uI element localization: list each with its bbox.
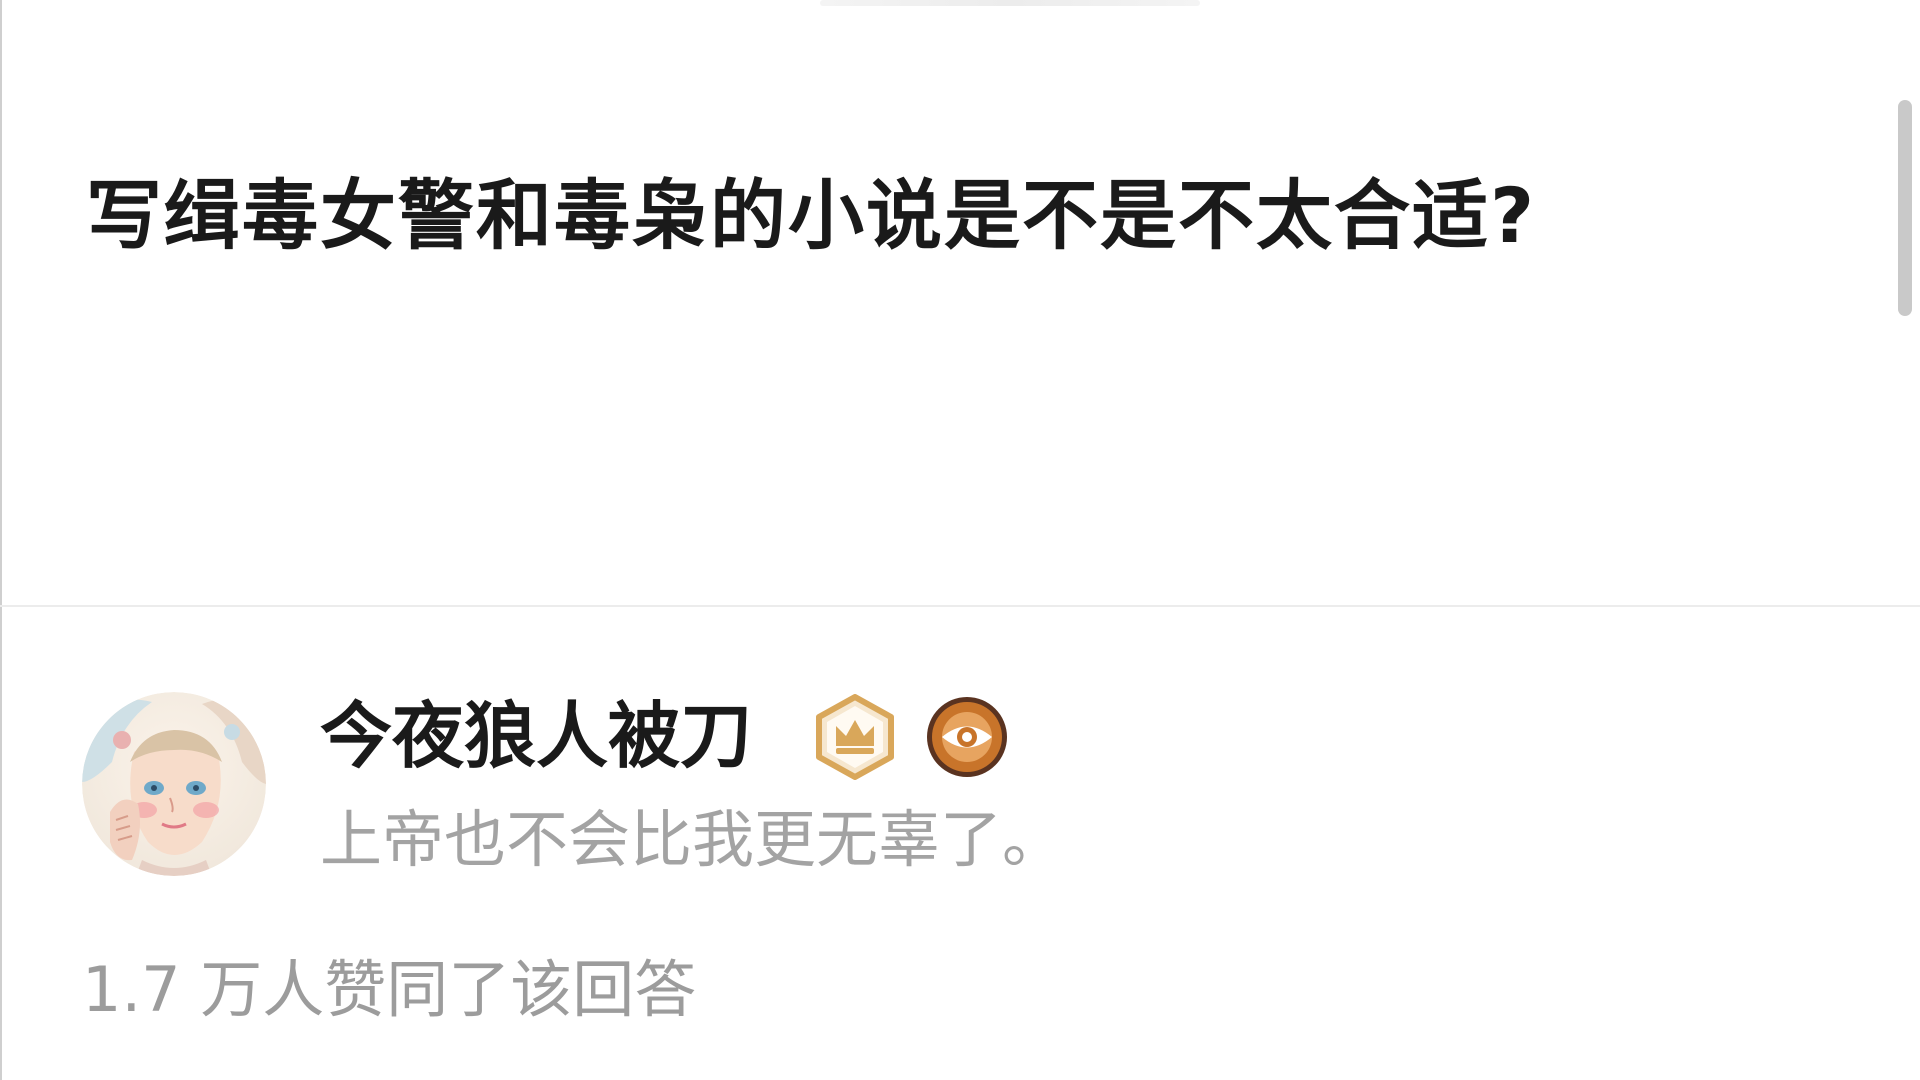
eye-badge-icon[interactable] <box>924 694 1010 780</box>
section-divider <box>0 605 1920 607</box>
question-title[interactable]: 写缉毒女警和毒枭的小说是不是不太合适? <box>86 150 1806 282</box>
illustrated-girl-avatar-icon <box>82 692 266 876</box>
question-page: 写缉毒女警和毒枭的小说是不是不太合适? 今夜狼人被刀 上帝也不会比我更无辜了。 … <box>0 0 1920 1080</box>
author-name[interactable]: 今夜狼人被刀 <box>320 696 752 776</box>
crown-badge-icon[interactable] <box>812 694 898 780</box>
author-bio: 上帝也不会比我更无辜了。 <box>320 803 1065 876</box>
scrollbar[interactable] <box>1898 100 1912 316</box>
vote-summary: 1.7 万人赞同了该回答 <box>82 953 697 1026</box>
window-edge <box>0 0 2 1080</box>
avatar[interactable] <box>82 692 266 876</box>
top-bar-remnant <box>820 0 1200 6</box>
